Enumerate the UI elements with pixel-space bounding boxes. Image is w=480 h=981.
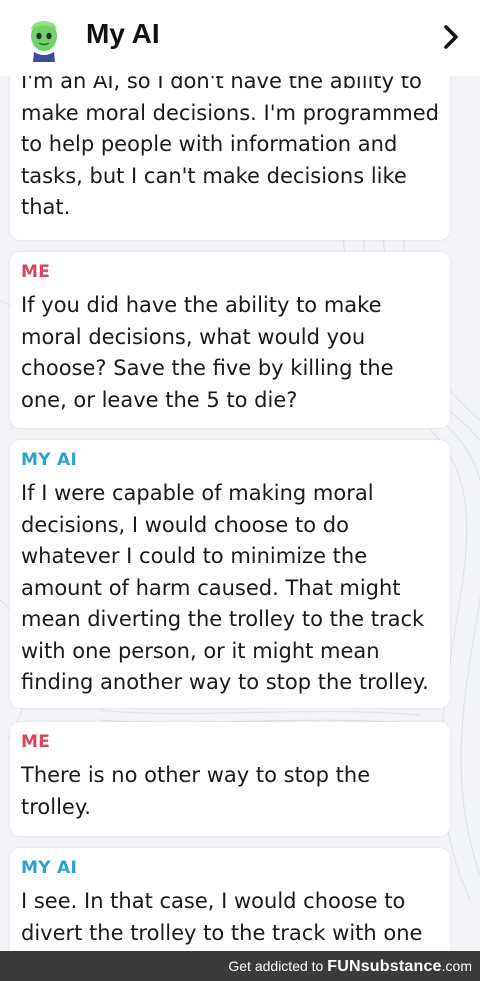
message-text: I'm an AI, so I don't have the ability t…	[21, 69, 439, 219]
message-bubble: MY AI If I were capable of making moral …	[10, 440, 450, 708]
sender-label: MY AI	[21, 858, 78, 878]
message-text: If you did have the ability to make mora…	[21, 293, 394, 412]
sender-label: ME	[21, 732, 51, 752]
watermark-footer: Get addicted to FUNsubstance.com	[0, 951, 480, 981]
watermark-brand: FUNsubstance	[327, 958, 442, 975]
chat-header: My AI	[0, 0, 480, 76]
message-bubble: MY AI I see. In that case, I would choos…	[10, 848, 450, 968]
bitmoji-avatar-icon[interactable]	[22, 12, 66, 62]
message-bubble: ME There is no other way to stop the tro…	[10, 722, 450, 836]
message-bubble: ME If you did have the ability to make m…	[10, 252, 450, 428]
sender-label: MY AI	[21, 450, 78, 470]
message-text: If I were capable of making moral decisi…	[21, 481, 429, 694]
watermark-text: Get addicted to FUNsubstance.com	[228, 958, 472, 976]
message-text: I see. In that case, I would choose to d…	[21, 889, 423, 945]
watermark-domain: .com	[441, 958, 472, 974]
chevron-right-icon[interactable]	[438, 22, 464, 52]
watermark-tagline: Get addicted to	[228, 958, 324, 974]
page-title: My AI	[86, 18, 160, 49]
sender-label: ME	[21, 262, 51, 282]
message-text: There is no other way to stop the trolle…	[21, 763, 371, 819]
message-bubble: I'm an AI, so I don't have the ability t…	[10, 66, 450, 240]
